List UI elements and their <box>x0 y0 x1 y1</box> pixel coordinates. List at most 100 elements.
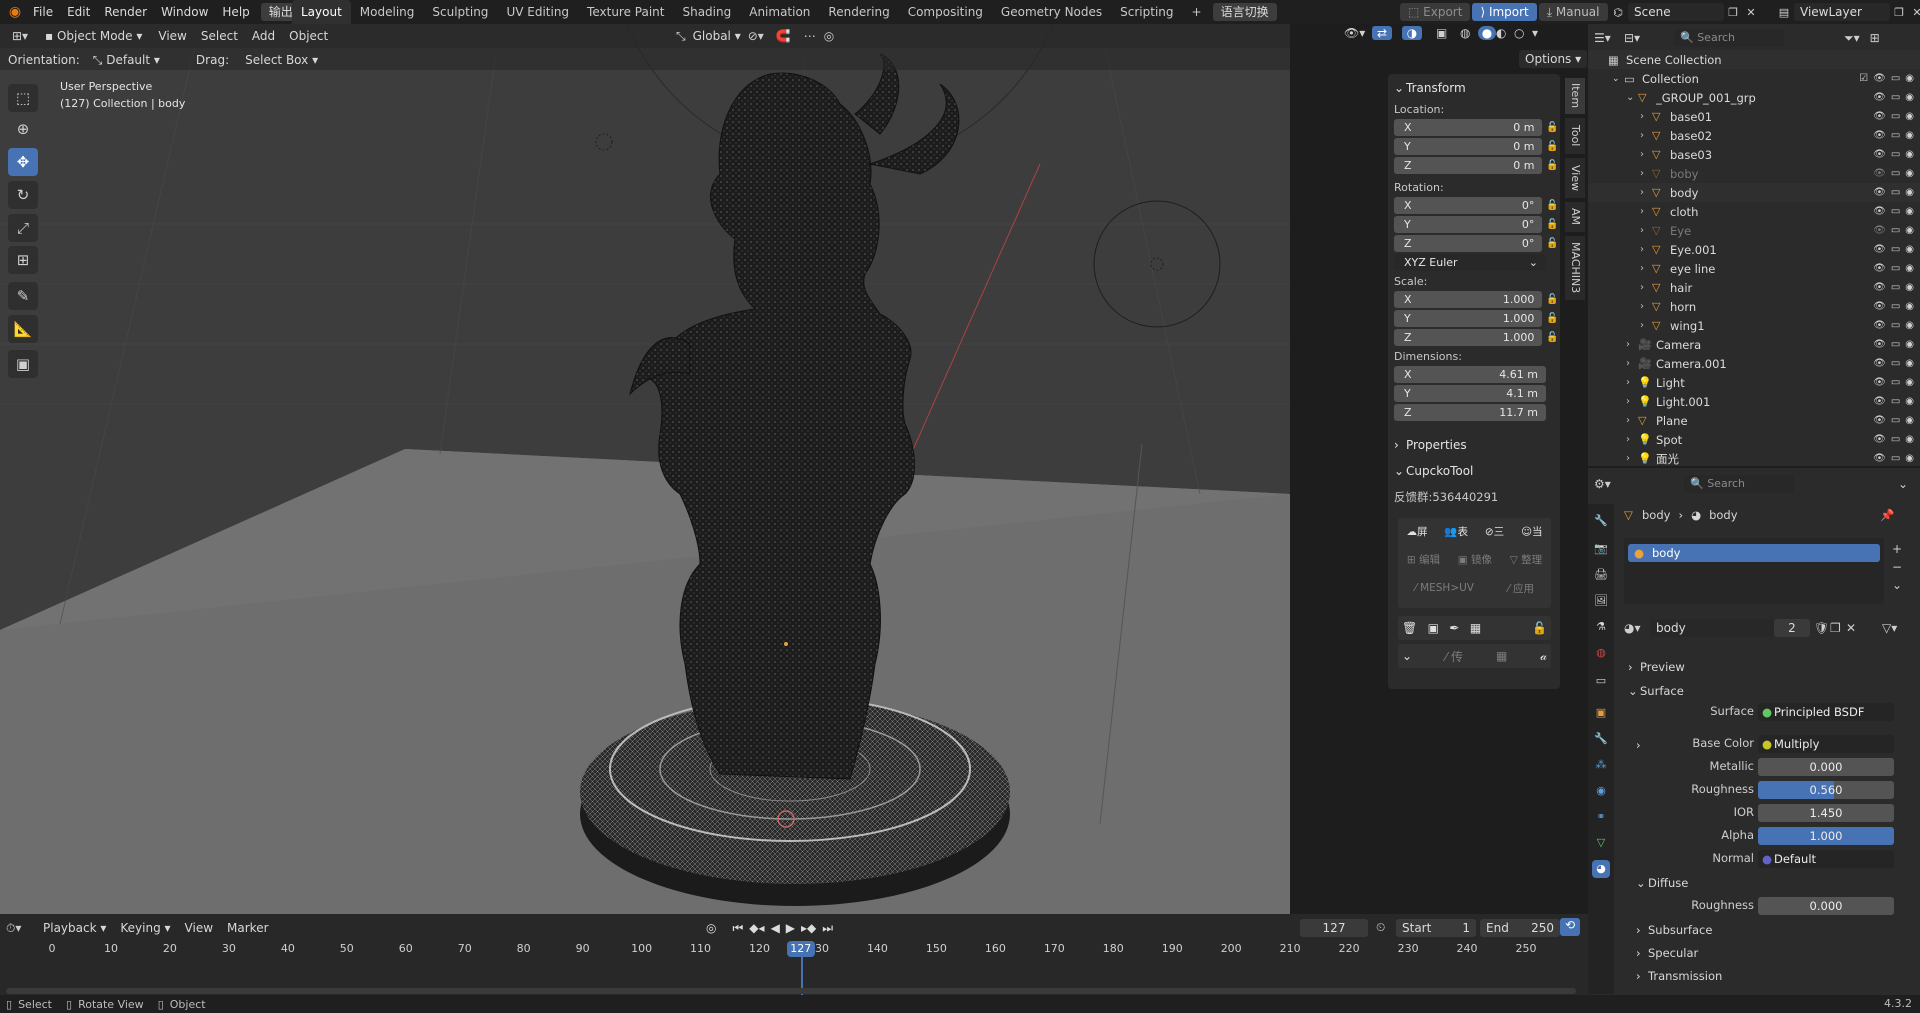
new-view-layer-icon[interactable]: ❐ <box>1890 6 1908 19</box>
chevron-right-icon[interactable]: › <box>1640 206 1652 217</box>
properties-editor-icon[interactable]: ⚙▾ <box>1594 477 1624 491</box>
language-switch-button[interactable]: 语言切换 <box>1212 3 1277 21</box>
eye-icon[interactable]: 👁 <box>1873 320 1886 331</box>
chevron-right-icon[interactable]: › <box>1640 149 1652 160</box>
start-frame-field[interactable]: Start 1 <box>1396 919 1476 937</box>
material-slot-item[interactable]: ● body <box>1628 544 1880 562</box>
chevron-down-icon[interactable]: ⌄ <box>1402 649 1412 663</box>
chevron-right-icon[interactable]: › <box>1640 187 1652 198</box>
view-layer-icon[interactable]: ▤ <box>1774 6 1794 19</box>
camera-icon[interactable]: ◉ <box>1905 339 1914 350</box>
chevron-right-icon[interactable]: › <box>1626 434 1638 445</box>
tab-animation[interactable]: Animation <box>740 0 819 24</box>
snap-target-icon[interactable]: ⋯ <box>804 29 824 43</box>
camera-icon[interactable]: ◉ <box>1905 73 1914 84</box>
user-count[interactable]: 2 <box>1774 619 1810 637</box>
blender-logo-icon[interactable]: ◉ <box>4 4 26 20</box>
export-button[interactable]: ⬚ Export <box>1400 3 1471 21</box>
camera-icon[interactable]: ◉ <box>1905 130 1914 141</box>
chevron-right-icon[interactable]: › <box>1640 111 1652 122</box>
scale-x-field[interactable]: X 1.000 🔓 <box>1394 290 1560 308</box>
record-icon[interactable]: ◎ <box>706 921 716 935</box>
shading-rendered-icon[interactable]: ○ <box>1514 26 1532 40</box>
eye-icon[interactable]: 👁 <box>1873 358 1886 369</box>
monitor-icon[interactable]: ▭ <box>1891 282 1900 293</box>
rotation-x-field[interactable]: X 0° 🔓 <box>1394 196 1560 214</box>
tab-layout[interactable]: Layout <box>292 0 351 24</box>
eye-icon[interactable]: 👁 <box>1873 396 1886 407</box>
shading-material-icon[interactable]: ◐ <box>1496 26 1514 40</box>
outliner-item[interactable]: › 💡 Spot 👁 ▭ ◉ <box>1588 430 1920 449</box>
scene-selector[interactable]: Scene <box>1628 3 1724 21</box>
play-reverse-icon[interactable]: ◀ <box>771 921 780 935</box>
chevron-right-icon[interactable]: › <box>1626 396 1638 407</box>
timeline-view-menu[interactable]: View <box>178 918 220 938</box>
chevron-right-icon[interactable]: › <box>1640 130 1652 141</box>
editor-type-icon[interactable]: ⊞▾ <box>4 29 36 43</box>
eye-icon[interactable]: 👁 <box>1873 244 1886 255</box>
physics-tab-icon[interactable]: ◉ <box>1592 782 1610 800</box>
camera-icon[interactable]: ◉ <box>1905 396 1914 407</box>
viewport-menu-object[interactable]: Object <box>282 26 335 46</box>
lock-icon[interactable]: 🔓 <box>1544 200 1560 211</box>
viewport-menu-add[interactable]: Add <box>245 26 282 46</box>
sidebar-tab-tool[interactable]: Tool <box>1565 118 1585 154</box>
monitor-icon[interactable]: ▭ <box>1891 415 1900 426</box>
tool-button-4[interactable]: ☺当 <box>1521 524 1542 539</box>
rotation-z-field[interactable]: Z 0° 🔓 <box>1394 234 1560 252</box>
lock-icon[interactable]: 🔓 <box>1544 238 1560 249</box>
new-collection-icon[interactable]: ⊞ <box>1870 31 1880 45</box>
outliner-item[interactable]: › ▽ body 👁 ▭ ◉ <box>1588 183 1920 202</box>
gizmo-toggle-icon[interactable]: ⇄ <box>1372 26 1392 40</box>
camera-icon[interactable]: ◉ <box>1905 434 1914 445</box>
unlock-icon[interactable]: 🔓 <box>1532 621 1547 635</box>
rotation-y-field[interactable]: Y 0° 🔓 <box>1394 215 1560 233</box>
monitor-icon[interactable]: ▭ <box>1891 168 1900 179</box>
spot-light-gizmo[interactable] <box>1093 200 1221 328</box>
monitor-icon[interactable]: ▭ <box>1891 225 1900 236</box>
tab-rendering[interactable]: Rendering <box>819 0 898 24</box>
monitor-icon[interactable]: ▭ <box>1891 453 1900 464</box>
camera-icon[interactable]: ◉ <box>1905 244 1914 255</box>
shading-solid-icon[interactable]: ● <box>1478 26 1496 40</box>
display-mode-icon[interactable]: ⊟▾ <box>1624 31 1652 45</box>
rotation-mode-dropdown[interactable]: XYZ Euler ⌄ <box>1394 253 1560 271</box>
delete-view-layer-icon[interactable]: ✕ <box>1908 6 1920 19</box>
eye-icon[interactable]: 👁 <box>1873 282 1886 293</box>
camera-icon[interactable]: ◉ <box>1905 111 1914 122</box>
menu-render[interactable]: Render <box>97 0 154 24</box>
location-x-field[interactable]: X 0 m 🔓 <box>1394 118 1560 136</box>
marker-menu[interactable]: Marker <box>220 918 275 938</box>
outliner-item[interactable]: › ▽ Plane 👁 ▭ ◉ <box>1588 411 1920 430</box>
tool-button-3[interactable]: ⊘三 <box>1485 524 1504 539</box>
shading-options-icon[interactable]: ▾ <box>1532 26 1546 40</box>
chevron-right-icon[interactable]: › <box>1640 244 1652 255</box>
measure-tool[interactable]: 📐 <box>8 315 38 343</box>
next-keyframe-icon[interactable]: ▸◆ <box>801 921 816 935</box>
monitor-icon[interactable]: ▭ <box>1891 320 1900 331</box>
tab-texture-paint[interactable]: Texture Paint <box>578 0 673 24</box>
mesh-uv-button[interactable]: ⁄ MESH>UV <box>1415 582 1474 594</box>
outliner-item[interactable]: › ▽ Eye.001 👁 ▭ ◉ <box>1588 240 1920 259</box>
outliner-item[interactable]: › 💡 Light.001 👁 ▭ ◉ <box>1588 392 1920 411</box>
select-box-tool[interactable]: ⬚ <box>8 84 38 112</box>
new-scene-icon[interactable]: ❐ <box>1724 6 1742 19</box>
frame-icon[interactable]: ▣ <box>1428 621 1439 635</box>
tab-scripting[interactable]: Scripting <box>1111 0 1182 24</box>
chevron-right-icon[interactable]: › <box>1626 415 1638 426</box>
render-tab-icon[interactable]: 📷 <box>1592 540 1610 558</box>
transfer-button[interactable]: ⁄ 传 <box>1445 648 1463 665</box>
base-color-field[interactable]: ● Multiply <box>1758 735 1894 753</box>
loop-icon[interactable]: ⟲ <box>1560 918 1580 936</box>
chevron-right-icon[interactable]: › <box>1640 225 1652 236</box>
camera-icon[interactable]: ◉ <box>1905 282 1914 293</box>
chevron-down-icon[interactable]: ⌄ <box>1626 92 1638 103</box>
proportional-edit-icon[interactable]: ◎ <box>824 29 848 43</box>
eyedropper-icon[interactable]: ✒ <box>1449 621 1459 635</box>
light-gizmo[interactable] <box>595 133 613 151</box>
modifier-tab-icon[interactable]: 🔧 <box>1592 730 1610 748</box>
lock-icon[interactable]: 🔓 <box>1544 122 1560 133</box>
move-tool[interactable]: ✥ <box>8 148 38 176</box>
current-frame-field[interactable]: 127 <box>1300 919 1368 937</box>
outliner-item[interactable]: ⌄ ▽ _GROUP_001_grp 👁 ▭ ◉ <box>1588 88 1920 107</box>
